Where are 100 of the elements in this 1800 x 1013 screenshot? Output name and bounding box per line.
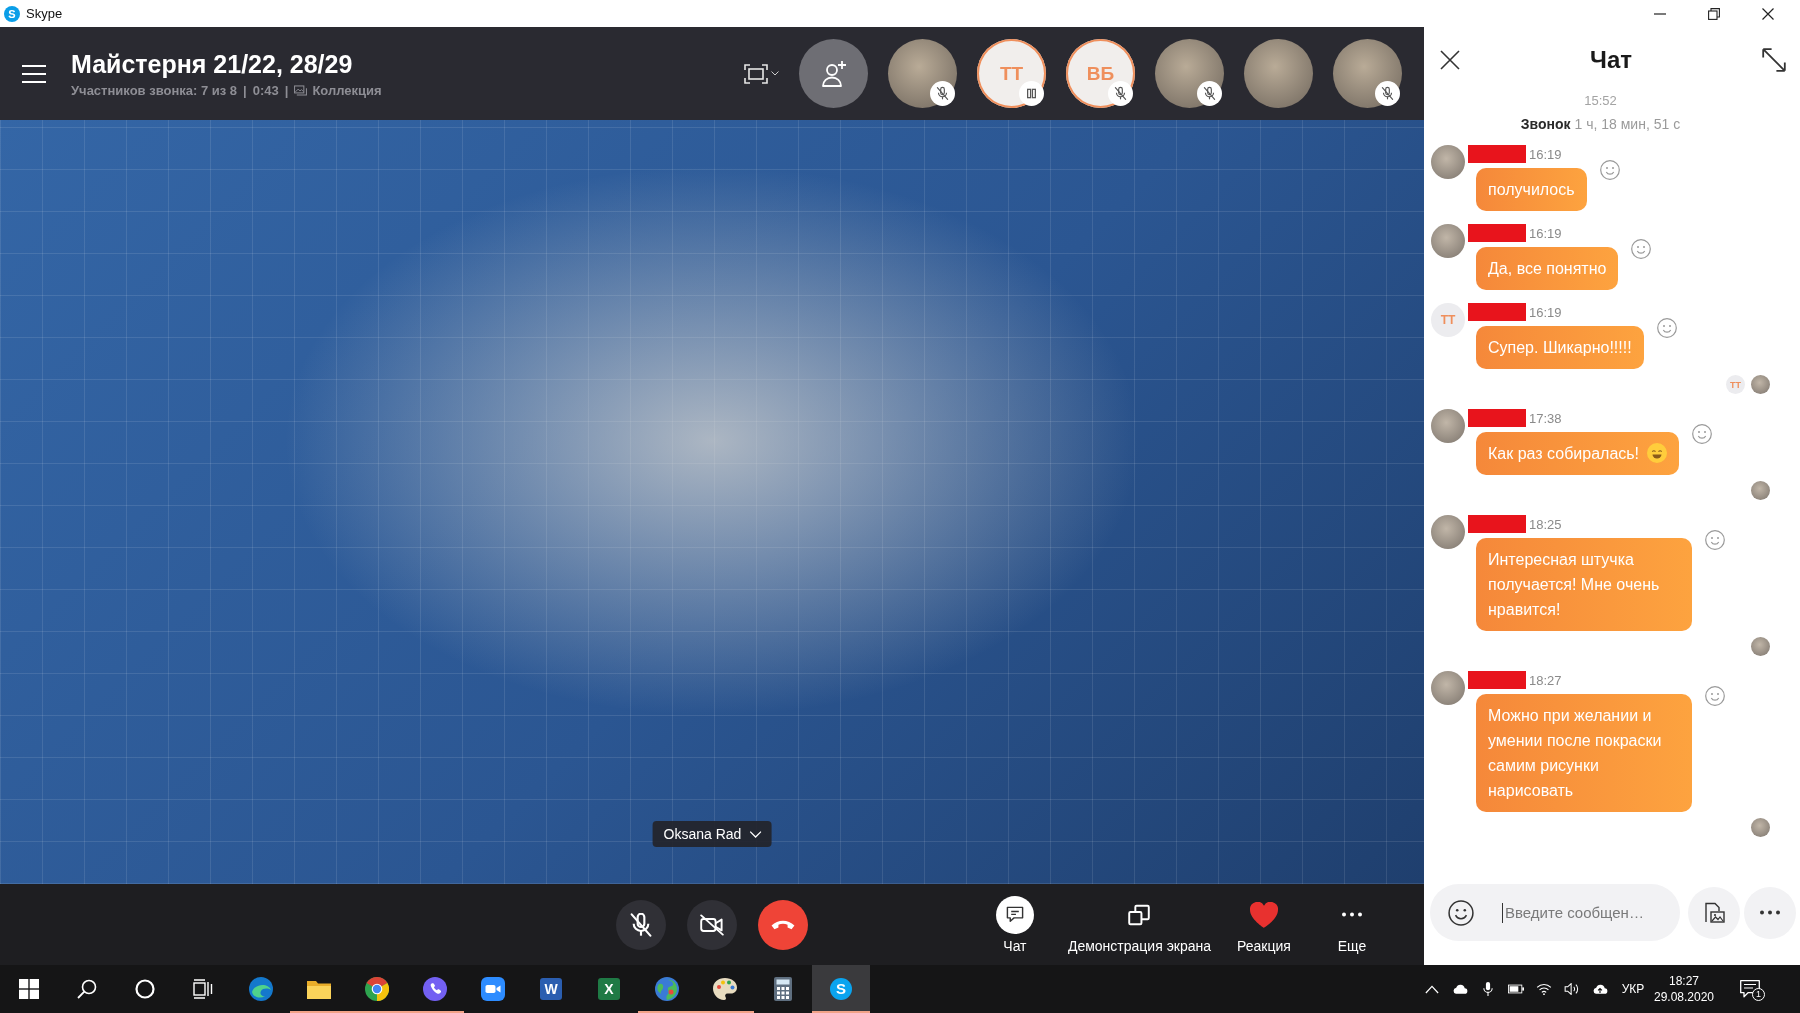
chevron-up-icon[interactable] [1425, 984, 1439, 994]
window-title: Skype [26, 6, 63, 21]
expand-icon [1762, 48, 1786, 72]
redaction-bar [1468, 224, 1526, 242]
message-text: получилось [1488, 181, 1575, 198]
letter-tile-icon: X [598, 978, 620, 1000]
smiley-icon[interactable] [1692, 424, 1713, 444]
message-text: Как раз собиралась! [1488, 445, 1640, 462]
separator: | [284, 83, 289, 98]
swirl-circle-icon [249, 977, 273, 1001]
sender-avatar [1431, 409, 1465, 443]
message-time: 17:38 [1529, 410, 1562, 426]
message-time: 16:19 [1529, 146, 1562, 162]
time-marker: 15:52 [1584, 93, 1617, 109]
taskbar-app-button[interactable]: W [522, 965, 580, 1013]
read-receipt-avatar [1751, 481, 1770, 500]
end-call-button[interactable] [758, 899, 808, 950]
avatar-initials: ТТ [999, 62, 1024, 85]
task-view-icon [193, 979, 213, 999]
wifi-icon[interactable] [1536, 983, 1552, 995]
letter-tile-icon: W [540, 978, 562, 1000]
read-receipt-avatar [1751, 818, 1770, 837]
smiley-icon[interactable] [1705, 686, 1725, 706]
calculator-icon [771, 977, 795, 1001]
battery-icon[interactable] [1508, 983, 1524, 995]
menu-button[interactable] [21, 63, 47, 84]
clock-time[interactable]: 18:27 [1669, 973, 1699, 989]
smiley-icon[interactable] [1631, 239, 1652, 259]
microphone-button[interactable] [616, 899, 666, 950]
expand-button[interactable] [1762, 48, 1786, 72]
collection-link[interactable]: Коллекция [294, 83, 382, 98]
message-text: Да, все понятно [1488, 260, 1607, 277]
notification-count: 1 [1752, 988, 1765, 1001]
sender-avatar [1431, 224, 1465, 258]
input-language[interactable]: УКР [1614, 982, 1652, 996]
redaction-bar [1468, 145, 1526, 163]
caret-icon [771, 71, 779, 76]
cloud-upload-icon[interactable] [1592, 983, 1608, 995]
circle-icon [135, 979, 155, 999]
call-info-text: 0:43 [252, 83, 279, 98]
sender-avatar [1431, 515, 1465, 549]
clock-date[interactable]: 29.08.2020 [1653, 989, 1715, 1005]
app-logo: S [4, 5, 20, 22]
close-icon [1762, 7, 1774, 20]
windows-logo-icon [19, 979, 39, 999]
restore-icon [1708, 7, 1720, 20]
sender-avatar [1431, 671, 1465, 705]
separator: | [243, 83, 247, 98]
speaker-icon[interactable] [1564, 983, 1580, 995]
gallery-icon [294, 85, 308, 96]
taskbar-app-button[interactable]: X [580, 965, 638, 1013]
read-receipt-avatar [1751, 637, 1770, 656]
read-receipt-avatar [1751, 375, 1770, 394]
message-time: 16:19 [1529, 225, 1562, 241]
caret-icon [749, 830, 762, 838]
message-time: 16:19 [1529, 304, 1562, 320]
redaction-bar [1468, 671, 1526, 689]
sender-avatar [1431, 145, 1465, 179]
minimize-icon [1654, 12, 1666, 15]
segmented-circle-icon [365, 977, 389, 1001]
app-logo-icon: S [830, 978, 852, 1000]
chat-title: Чат [1590, 46, 1632, 74]
smiley-icon[interactable] [1656, 318, 1677, 338]
message-time: 18:27 [1529, 672, 1562, 688]
mic-off-icon [629, 912, 653, 937]
frame-icon [744, 63, 768, 84]
phone-hangup-icon [771, 918, 795, 931]
message-input[interactable]: Введите сообщен… [1502, 902, 1662, 923]
call-summary: Звонок 1 ч, 18 мин, 51 с [1520, 116, 1681, 132]
avatar-initials: ВБ [1086, 62, 1115, 85]
layout-button[interactable] [744, 63, 779, 84]
call-title: Майстерня 21/22, 28/29 [71, 49, 353, 79]
globe-icon [655, 977, 679, 1001]
avatar-initials: ТТ [1440, 313, 1456, 327]
video-camera-tile-icon [481, 977, 505, 1001]
call-action-button[interactable]: Чат [979, 895, 1050, 954]
call-info-text: Участников звонка: 7 из 8 [71, 83, 238, 98]
notification-icon[interactable] [1740, 980, 1760, 998]
camera-button[interactable] [687, 899, 737, 950]
image-file-icon [1702, 900, 1726, 925]
more-icon [1760, 910, 1780, 915]
call-action-button[interactable]: Еще [1317, 895, 1387, 954]
emoji-icon[interactable] [1448, 899, 1474, 926]
call-action-button[interactable]: Реакция [1229, 895, 1299, 954]
smiley-icon[interactable] [1599, 160, 1620, 180]
call-action-button[interactable]: Демонстрация экрана [1067, 895, 1211, 954]
close-chat-button[interactable] [1440, 50, 1460, 70]
speaker-selector[interactable]: Oksana Rad [652, 821, 772, 847]
person-add-icon [819, 59, 848, 88]
phone-circle-icon [423, 977, 447, 1001]
cloud-icon[interactable] [1452, 983, 1468, 995]
message-time: 18:25 [1529, 516, 1562, 532]
search-icon [77, 979, 97, 999]
redaction-bar [1468, 303, 1526, 321]
message-text: Супер. Шикарно!!!!! [1488, 339, 1632, 356]
microphone-icon[interactable] [1483, 981, 1493, 997]
smiley-icon[interactable] [1705, 530, 1725, 550]
smiling-face-icon [1647, 443, 1668, 463]
message-text: Интересная штучка получается! Мне очень нравится! [1488, 551, 1660, 618]
redaction-bar [1468, 515, 1526, 533]
